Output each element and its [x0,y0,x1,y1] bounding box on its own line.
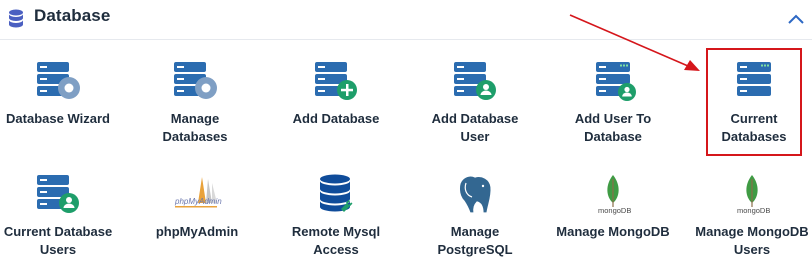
tile-manage-mongodb-users[interactable]: mongoDB Manage MongoDB Users [683,173,812,259]
tile-current-database-users[interactable]: Current Database Users [0,173,127,259]
postgresql-elephant-icon [458,175,492,214]
database-add-icon [315,62,357,100]
tile-label: Manage PostgreSQL [437,224,513,257]
chevron-up-icon[interactable] [785,8,807,30]
tile-label: Remote Mysql Access [291,224,381,257]
mongodb-leaf-icon: mongoDB [598,175,631,215]
tile-label: Database Wizard [6,111,110,126]
svg-text:phpMyAdmin: phpMyAdmin [174,197,222,206]
svg-text:mongoDB: mongoDB [737,206,770,215]
tile-add-database-user[interactable]: Add Database User [406,60,544,146]
tile-manage-databases[interactable]: Manage Databases [126,60,264,146]
tile-phpmyadmin[interactable]: phpMyAdmin phpMyAdmin [128,173,266,241]
tile-manage-mongodb[interactable]: mongoDB Manage MongoDB [544,173,682,241]
tile-database-wizard[interactable]: Database Wizard [0,60,127,128]
database-gear-icon [37,62,80,99]
tile-label: Add Database [292,111,380,126]
database-gear-icon [174,62,217,99]
tile-label: Manage Databases [162,111,228,144]
mongodb-leaf-icon: mongoDB [737,175,770,215]
tile-label: Manage MongoDB Users [695,224,809,257]
section-title: Database [34,6,111,25]
highlight-box [706,48,802,156]
phpmyadmin-logo: phpMyAdmin [174,177,222,208]
database-plug-icon [320,174,353,212]
tile-label: phpMyAdmin [155,224,239,239]
tile-manage-postgresql[interactable]: Manage PostgreSQL [406,173,544,259]
database-user-icon [37,175,79,213]
database-icon [9,9,23,28]
annotation-arrow-icon [569,14,700,71]
database-user-icon [454,62,496,100]
tile-label: Add Database User [431,111,519,144]
tile-label: Add User To Database [574,111,652,144]
tile-label: Current Database Users [3,224,113,257]
tile-label: Manage MongoDB [556,224,670,239]
tile-remote-mysql-access[interactable]: Remote Mysql Access [267,173,405,259]
tile-add-database[interactable]: Add Database [267,60,405,128]
svg-text:mongoDB: mongoDB [598,206,631,215]
